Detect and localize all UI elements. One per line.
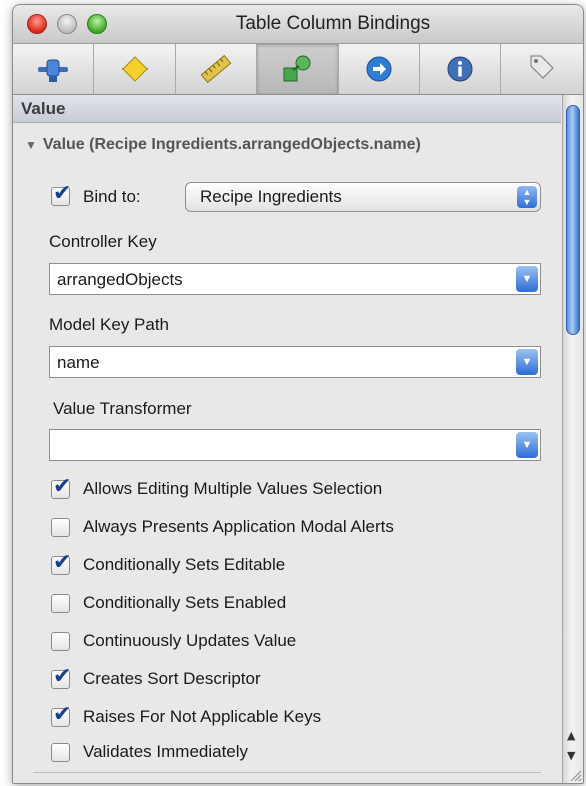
scroll-down-arrow-icon[interactable]: ▼	[567, 749, 575, 762]
checkmark-icon: ✔	[53, 474, 72, 499]
section-header: Value	[13, 95, 561, 123]
option-checkbox-1[interactable]	[51, 518, 70, 537]
checkmark-icon: ✔	[53, 702, 72, 727]
bind-to-label: Bind to:	[83, 187, 141, 206]
option-label: Always Presents Application Modal Alerts	[83, 517, 394, 536]
option-label: Continuously Updates Value	[83, 631, 297, 650]
checkmark-icon: ✔	[53, 664, 72, 689]
bind-to-popup[interactable]: Recipe Ingredients ▲ ▼	[185, 182, 541, 212]
option-checkbox-0[interactable]: ✔	[51, 475, 71, 499]
inspector-toolbar	[13, 44, 583, 95]
checkmark-icon: ✔	[53, 181, 72, 206]
option-label: Allows Editing Multiple Values Selection	[83, 479, 383, 498]
checkmark-icon: ✔	[53, 550, 72, 575]
bind-to-value: Recipe Ingredients	[200, 187, 342, 206]
identity-tag-icon	[530, 55, 554, 79]
model-key-path-combo[interactable]: name ▼	[49, 346, 541, 378]
bindings-content: ▼ Value (Recipe Ingredients.arrangedObjec…	[13, 124, 561, 783]
tab-size[interactable]	[176, 44, 258, 94]
model-key-path-label: Model Key Path	[49, 315, 170, 334]
option-label: Raises For Not Applicable Keys	[83, 707, 322, 726]
tab-identity[interactable]	[501, 44, 582, 94]
tab-attributes[interactable]	[13, 44, 95, 94]
bind-to-checkbox[interactable]: ✔	[51, 182, 71, 206]
vertical-scrollbar[interactable]: ▲ ▼	[562, 95, 583, 783]
option-checkbox-4[interactable]	[51, 632, 70, 651]
controller-key-combo[interactable]: arrangedObjects ▼	[49, 263, 541, 295]
tab-info[interactable]	[420, 44, 502, 94]
chevron-down-icon[interactable]: ▼	[516, 432, 538, 458]
option-checkbox-3[interactable]	[51, 594, 70, 613]
disclosure-triangle-icon[interactable]: ▼	[25, 138, 37, 152]
window-title: Table Column Bindings	[235, 13, 431, 34]
chevron-down-icon[interactable]: ▼	[516, 349, 538, 375]
info-icon	[447, 56, 473, 82]
resize-grip-icon[interactable]	[568, 768, 582, 782]
scrollbar-thumb[interactable]	[566, 105, 580, 335]
title-bar[interactable]: Table Column Bindings	[13, 5, 583, 44]
value-disclosure[interactable]: ▼ Value (Recipe Ingredients.arrangedObjec…	[25, 136, 421, 154]
attributes-icon	[38, 59, 69, 82]
scroll-up-arrow-icon[interactable]: ▲	[567, 729, 575, 742]
effects-icon	[121, 56, 148, 82]
divider	[33, 772, 541, 773]
option-label: Conditionally Sets Editable	[83, 555, 286, 574]
option-checkbox-6[interactable]: ✔	[51, 703, 71, 727]
option-checkbox-2[interactable]: ✔	[51, 551, 71, 575]
option-checkbox-5[interactable]: ✔	[51, 665, 71, 689]
chevron-down-icon[interactable]: ▼	[516, 266, 538, 292]
bindings-inspector-window: Table Column Bindings Value ▼ Value (Rec…	[12, 4, 584, 784]
tab-effects[interactable]	[94, 44, 176, 94]
tab-view-effects[interactable]	[339, 44, 420, 94]
controller-key-value: arrangedObjects	[57, 270, 183, 289]
controller-key-label: Controller Key	[49, 232, 157, 251]
option-label: Validates Immediately	[83, 742, 249, 761]
value-transformer-label: Value Transformer	[53, 399, 192, 418]
popup-arrows-icon: ▲ ▼	[517, 186, 537, 208]
connections-icon	[283, 55, 311, 82]
arrow-circle-icon	[366, 56, 392, 82]
option-checkbox-7[interactable]	[51, 743, 70, 762]
tab-bindings[interactable]	[257, 44, 339, 94]
value-transformer-combo[interactable]: ▼	[49, 429, 541, 461]
disclosure-label: Value (Recipe Ingredients.arrangedObject…	[42, 136, 421, 153]
option-label: Creates Sort Descriptor	[83, 669, 261, 688]
size-ruler-icon	[200, 54, 232, 84]
option-label: Conditionally Sets Enabled	[83, 593, 287, 612]
model-key-path-value: name	[57, 353, 100, 372]
